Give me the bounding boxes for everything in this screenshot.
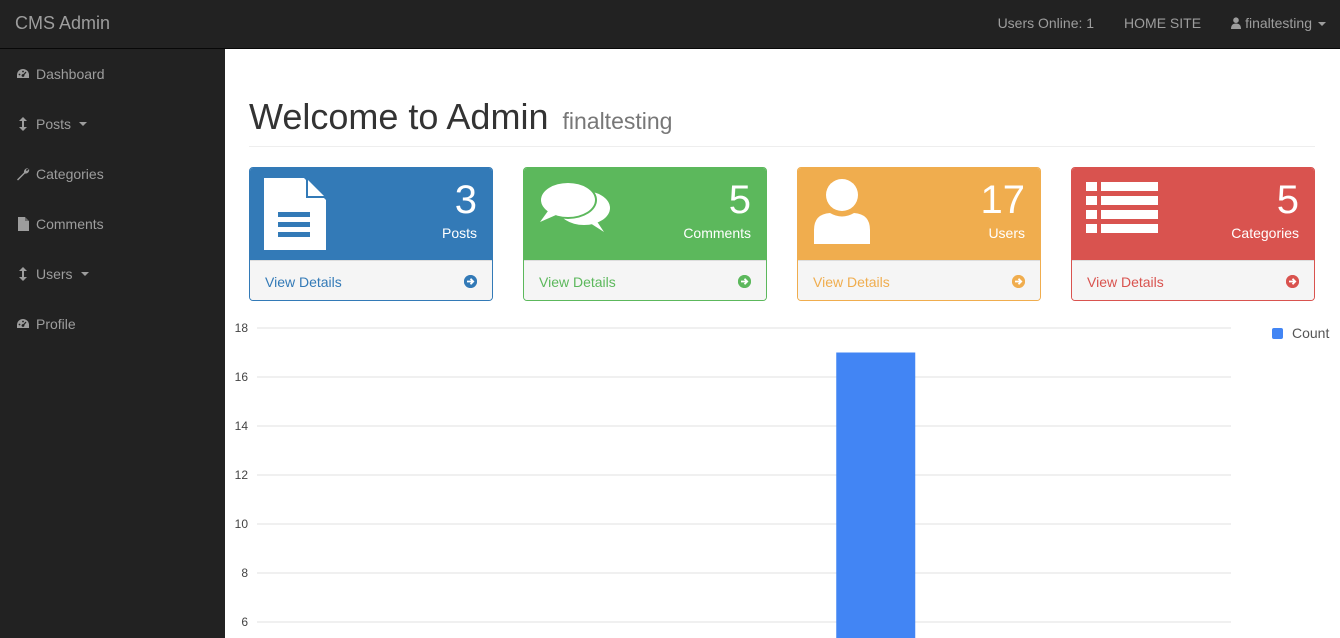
categories-panel: 5 Categories View Details: [1071, 167, 1315, 301]
chart-bar: [836, 352, 916, 638]
chart-svg: 6 8 10 12 14 16 18 Count: [235, 321, 1329, 638]
main-content: Welcome to Admin finaltesting 3 Posts Vi…: [225, 49, 1340, 638]
panel-heading: 5 Comments: [524, 168, 766, 260]
chevron-down-icon: [1318, 22, 1326, 27]
view-details-label: View Details: [813, 273, 890, 290]
user-icon: [1231, 1, 1242, 47]
sidebar-item-dashboard[interactable]: Dashboard: [0, 49, 225, 99]
navbar-right: Users Online: 1 HOME SITE finaltesting: [983, 0, 1340, 48]
sort-arrows-icon: [16, 117, 30, 131]
categories-label: Categories: [1231, 225, 1299, 241]
legend-label: Count: [1292, 325, 1329, 341]
users-count: 17: [980, 178, 1026, 222]
sidebar-item-categories[interactable]: Categories: [0, 149, 225, 199]
legend-swatch: [1272, 328, 1283, 339]
comments-icon: [538, 178, 612, 243]
y-tick-label: 16: [235, 370, 249, 384]
user-icon: [812, 178, 872, 249]
view-details-label: View Details: [265, 273, 342, 290]
view-details-label: View Details: [1087, 273, 1164, 290]
comments-label: Comments: [683, 225, 751, 241]
chevron-down-icon: [80, 272, 89, 276]
brand-link[interactable]: CMS Admin: [15, 13, 110, 34]
file-icon: [16, 217, 30, 231]
user-name: finaltesting: [1245, 15, 1312, 31]
panel-heading: 17 Users: [798, 168, 1040, 260]
users-online-indicator: Users Online: 1: [997, 15, 1095, 31]
sidebar-item-label: Users: [36, 266, 73, 282]
dashboard-icon: [16, 317, 30, 331]
view-details-link[interactable]: View Details: [250, 260, 492, 300]
y-tick-label: 6: [241, 615, 248, 629]
sidebar-item-label: Posts: [36, 116, 72, 132]
page-title-text: Welcome to Admin: [249, 96, 549, 137]
sidebar-item-comments[interactable]: Comments: [0, 199, 225, 249]
sidebar-item-label: Profile: [36, 316, 76, 332]
y-tick-label: 18: [235, 321, 249, 335]
arrow-circle-right-icon: [1286, 275, 1299, 288]
sidebar-item-profile[interactable]: Profile: [0, 299, 225, 349]
posts-count: 3: [454, 178, 477, 222]
arrow-circle-right-icon: [1012, 275, 1025, 288]
y-tick-label: 10: [235, 517, 249, 531]
arrow-circle-right-icon: [464, 275, 477, 288]
list-icon: [1086, 178, 1158, 241]
posts-panel: 3 Posts View Details: [249, 167, 493, 301]
page-subtitle: finaltesting: [562, 108, 673, 134]
panel-heading: 5 Categories: [1072, 168, 1314, 260]
categories-count: 5: [1276, 178, 1299, 222]
sidebar-item-label: Categories: [36, 166, 104, 182]
chevron-down-icon: [79, 122, 88, 126]
users-panel: 17 Users View Details: [797, 167, 1041, 301]
view-details-link[interactable]: View Details: [1072, 260, 1314, 300]
sidebar-item-posts[interactable]: Posts: [0, 99, 225, 149]
bar-chart: 6 8 10 12 14 16 18 Count: [225, 309, 1340, 638]
wrench-icon: [16, 167, 30, 181]
sort-arrows-icon: [16, 267, 30, 281]
comments-count: 5: [728, 178, 751, 222]
view-details-label: View Details: [539, 273, 616, 290]
page-title: Welcome to Admin finaltesting: [249, 97, 1315, 141]
y-tick-label: 12: [235, 468, 249, 482]
comments-panel: 5 Comments View Details: [523, 167, 767, 301]
page-header: Welcome to Admin finaltesting: [249, 97, 1315, 147]
posts-label: Posts: [441, 225, 477, 241]
top-navbar: CMS Admin Users Online: 1 HOME SITE fina…: [0, 0, 1340, 49]
y-tick-label: 14: [235, 419, 249, 433]
home-site-link[interactable]: HOME SITE: [1109, 0, 1216, 48]
view-details-link[interactable]: View Details: [798, 260, 1040, 300]
sidebar-item-users[interactable]: Users: [0, 249, 225, 299]
dashboard-icon: [16, 67, 30, 81]
y-tick-label: 8: [241, 566, 248, 580]
arrow-circle-right-icon: [738, 275, 751, 288]
users-label: Users: [988, 225, 1025, 241]
user-dropdown[interactable]: finaltesting: [1216, 0, 1340, 48]
sidebar: Dashboard Posts Categories Comments User…: [0, 49, 225, 638]
sidebar-item-label: Comments: [36, 216, 104, 232]
panel-heading: 3 Posts: [250, 168, 492, 260]
view-details-link[interactable]: View Details: [524, 260, 766, 300]
document-icon: [264, 178, 326, 255]
sidebar-item-label: Dashboard: [36, 66, 105, 82]
